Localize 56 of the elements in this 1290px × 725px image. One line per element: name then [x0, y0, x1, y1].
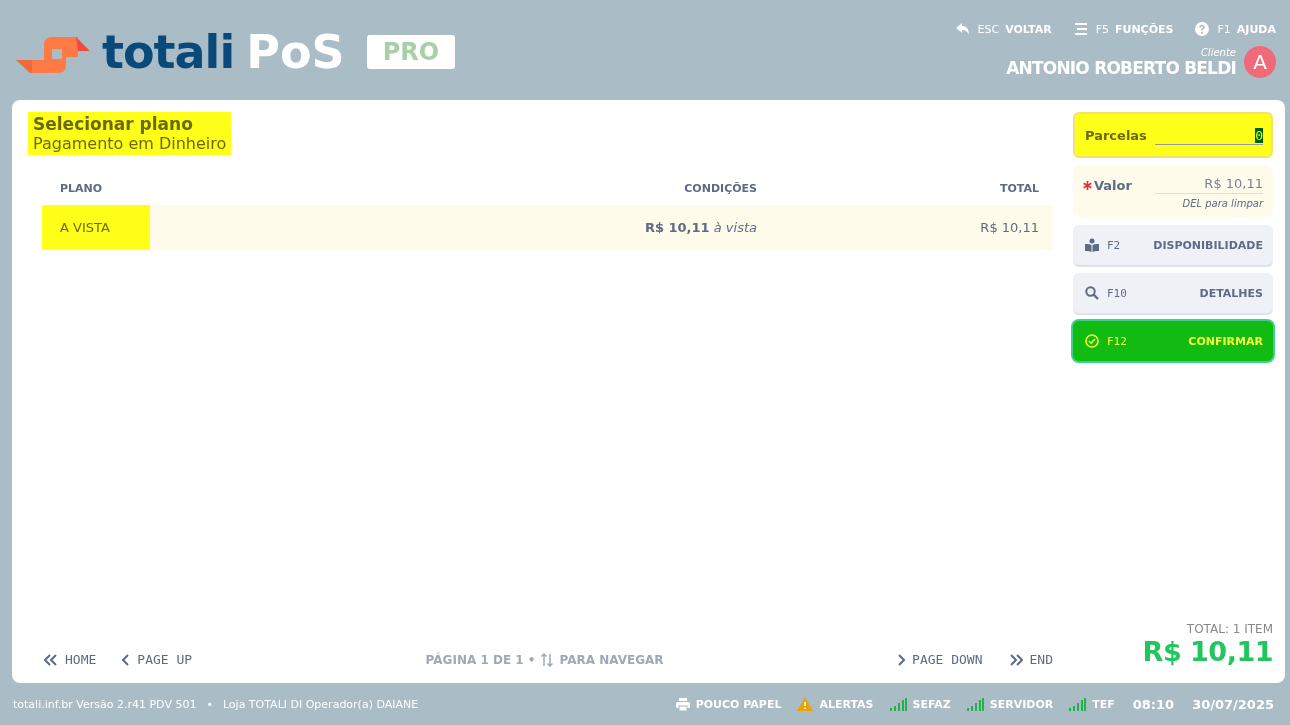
installments-field[interactable]: Parcelas 0 — [1073, 112, 1273, 158]
required-asterisk-icon — [1083, 180, 1092, 190]
table-cell-text: R$ 10,11 — [979, 220, 1040, 235]
double-chevron-left-icon — [44, 653, 58, 666]
store-operator-info: Loja TOTALI DI Operador(a) DAIANE — [222, 697, 419, 711]
table-cell: A VISTA — [42, 205, 150, 250]
home-link[interactable]: HOME — [44, 652, 97, 667]
check-circle-icon — [1085, 334, 1099, 348]
availability-button[interactable]: F2 DISPONIBILIDADE — [1073, 225, 1273, 265]
end-link[interactable]: END — [1008, 652, 1053, 667]
page-down-link[interactable]: PAGE DOWN — [897, 652, 983, 667]
chevron-left-icon — [122, 653, 131, 666]
status-indicator: SERVIDOR — [966, 697, 1054, 711]
printer-icon — [675, 697, 690, 711]
table-cell-text: R$ 10,11 à vista — [643, 220, 758, 235]
logo-wordmark: totali — [102, 26, 235, 78]
clock-date: 30/07/2025 — [1192, 696, 1274, 712]
status-indicator: SEFAZ — [889, 697, 951, 711]
up-down-arrows-icon — [541, 652, 554, 667]
clear-hint: DEL para limpar — [1182, 198, 1263, 209]
back-arrow-icon — [955, 23, 970, 35]
page-subtitle: Pagamento em Dinheiro — [33, 134, 227, 153]
total-amount: R$ 10,11 — [1142, 636, 1273, 667]
chevron-right-icon — [897, 653, 906, 666]
customer-name: ANTONIO ROBERTO BELDI — [1006, 57, 1236, 78]
warning-icon — [797, 697, 814, 711]
signal-bars-icon — [889, 697, 907, 711]
double-chevron-right-icon — [1008, 653, 1023, 666]
column-header: CONDIÇÕES — [683, 181, 758, 195]
status-indicator: ALERTAS — [797, 697, 874, 711]
separator-dot: • — [206, 697, 213, 711]
amount-field[interactable]: R$ 10,11 — [1155, 176, 1263, 194]
details-button[interactable]: F10 DETALHES — [1073, 273, 1273, 313]
amount-label: Valor — [1083, 177, 1132, 193]
customer-avatar: A — [1244, 46, 1276, 78]
column-header: TOTAL — [998, 181, 1040, 195]
edition-badge: PRO — [366, 35, 456, 69]
reader-book-icon — [1085, 238, 1099, 252]
status-indicator: TEF — [1069, 697, 1115, 711]
page-indicator: PÁGINA 1 DE 1 • — [425, 652, 536, 667]
signal-bars-icon — [1069, 697, 1087, 711]
status-indicator: POUCO PAPEL — [675, 697, 782, 711]
navigation-hint: PARA NAVEGAR — [559, 652, 664, 667]
page-title: Selecionar plano — [33, 114, 194, 134]
clock-time: 08:10 — [1132, 696, 1175, 712]
version-info: totali.inf.br Versão 2.r41 PDV 501 — [13, 697, 197, 711]
menu-icon — [1073, 23, 1088, 35]
page-up-link[interactable]: PAGE UP — [122, 652, 193, 667]
help-icon — [1195, 22, 1210, 36]
column-header: PLANO — [59, 181, 104, 195]
plan-row[interactable]: A VISTA R$ 10,11 à vista R$ 10,11 — [42, 205, 1053, 250]
logo-product-name: PoS — [246, 26, 345, 78]
customer-caption: Cliente — [1200, 46, 1236, 58]
search-icon — [1085, 286, 1099, 300]
signal-bars-icon — [966, 697, 984, 711]
total-caption: TOTAL: 1 ITEM — [1186, 622, 1273, 636]
